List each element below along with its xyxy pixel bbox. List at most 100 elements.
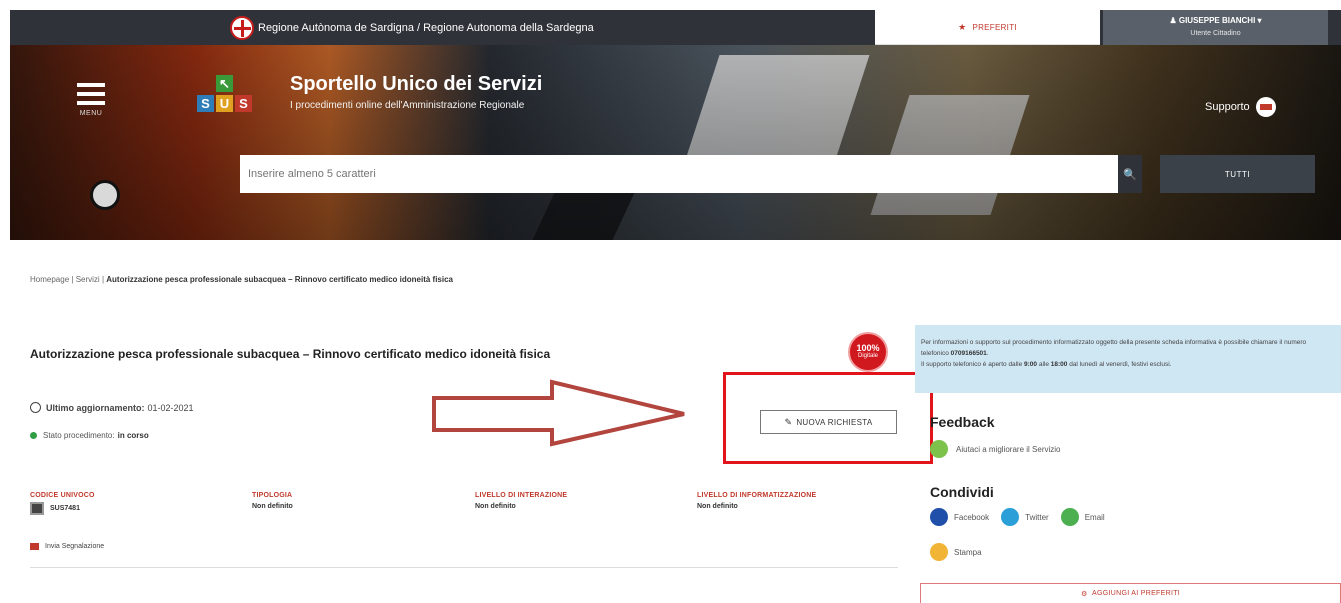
hamburger-icon: [77, 83, 105, 87]
hamburger-icon-bar: [77, 92, 105, 96]
badge-value: 100%: [856, 343, 880, 353]
caret-down-icon: ▾: [1255, 16, 1262, 25]
detail-header: TIPOLOGIA: [252, 492, 293, 499]
last-update: Ultimo aggiornamento: 01-02-2021: [30, 402, 194, 413]
support-info-box: Per informazioni o supporto sul procedim…: [915, 325, 1341, 393]
info-text: alle: [1038, 361, 1049, 368]
menu-label: MENU: [79, 110, 103, 117]
gear-icon: ⚙: [1080, 590, 1093, 598]
state-value: in corso: [117, 431, 149, 440]
user-icon: ♟: [1169, 16, 1179, 25]
share-label: Facebook: [954, 512, 990, 522]
detail-header: LIVELLO DI INTERAZIONE: [475, 492, 568, 499]
divider: [30, 567, 898, 568]
region-crest-icon: [230, 15, 254, 40]
search-input[interactable]: [240, 155, 1100, 193]
detail-header: LIVELLO DI INFORMATIZZAZIONE: [697, 492, 817, 499]
last-update-label: Ultimo aggiornamento:: [46, 402, 145, 413]
feedback-icon: [930, 440, 948, 458]
add-favorites-label: AGGIUNGI AI PREFERITI: [1092, 590, 1181, 597]
code-row: SUS7481: [30, 502, 240, 515]
feedback-link[interactable]: Aiutaci a migliorare il Servizio: [930, 440, 1060, 458]
clock-icon: [30, 402, 41, 413]
info-text: Il supporto telefonico è aperto dalle: [921, 361, 1023, 368]
detail-type: TIPOLOGIA Non definito: [252, 492, 462, 510]
status-dot-icon: [30, 432, 37, 439]
breadcrumb-separator: |: [101, 275, 105, 284]
code-value: SUS7481: [50, 505, 80, 512]
region-link[interactable]: Regione Autònoma de Sardigna / Regione A…: [230, 10, 594, 45]
annotation-arrow-shape: [432, 379, 685, 447]
annotation-arrow-icon: [432, 379, 685, 447]
report-label: Invia Segnalazione: [45, 543, 105, 550]
email-icon: [1060, 508, 1079, 526]
page-title: Autorizzazione pesca professionale subac…: [30, 347, 551, 361]
qr-code-icon: [30, 502, 44, 515]
share-facebook[interactable]: Facebook: [930, 508, 989, 526]
cursor-icon: ↖: [216, 75, 233, 92]
logo-letter-s: S: [197, 95, 214, 112]
share-twitter[interactable]: Twitter: [1001, 508, 1049, 526]
badge-sub: Digitale: [857, 353, 878, 359]
search-button[interactable]: 🔍: [1118, 155, 1142, 193]
user-name-text: GIUSEPPE BIANCHI: [1178, 16, 1256, 25]
breadcrumb-home[interactable]: Homepage: [30, 275, 69, 284]
feedback-label: Aiutaci a migliorare il Servizio: [956, 444, 1061, 454]
share-links: Facebook Twitter Email: [930, 508, 1117, 526]
print-link[interactable]: Stampa: [930, 543, 982, 561]
report-link[interactable]: Invia Segnalazione: [30, 543, 104, 550]
digital-badge: 100% Digitale: [848, 332, 888, 372]
site-title[interactable]: Sportello Unico dei Servizi: [290, 73, 542, 96]
search-icon: 🔍: [1123, 168, 1137, 181]
site-subtitle: I procedimenti online dell'Amministrazio…: [290, 100, 525, 111]
print-icon: [930, 543, 948, 561]
detail-value: Non definito: [252, 503, 293, 510]
logo-letter-u: U: [216, 95, 233, 112]
pencil-icon: ✎: [784, 416, 793, 427]
logo-letter-s2: S: [235, 95, 252, 112]
feedback-title: Feedback: [930, 414, 995, 430]
new-request-button[interactable]: ✎ NUOVA RICHIESTA: [760, 410, 897, 434]
share-label: Email: [1084, 512, 1105, 522]
menu-button[interactable]: MENU: [72, 83, 110, 128]
detail-header: CODICE UNIVOCO: [30, 492, 95, 499]
hero-decoration: [90, 180, 120, 210]
support-link[interactable]: Supporto: [1205, 97, 1276, 117]
facebook-icon: [930, 508, 948, 526]
top-bar: Regione Autònoma de Sardigna / Regione A…: [10, 10, 1341, 45]
envelope-icon: [30, 543, 39, 550]
hero-banner: MENU ↖ S U S Sportello Unico dei Servizi…: [10, 45, 1341, 240]
user-name: ♟ GIUSEPPE BIANCHI ▾: [1103, 16, 1328, 25]
sus-logo[interactable]: ↖ S U S: [195, 75, 255, 123]
procedure-state: Stato procedimento: in corso: [30, 431, 149, 440]
detail-digitalization-level: LIVELLO DI INFORMATIZZAZIONE Non definit…: [697, 492, 907, 510]
detail-interaction-level: LIVELLO DI INTERAZIONE Non definito: [475, 492, 685, 510]
info-hours-from: 9:00: [1024, 361, 1038, 368]
twitter-icon: [1001, 508, 1020, 526]
category-filter-dropdown[interactable]: TUTTI: [1160, 155, 1315, 193]
new-request-label: NUOVA RICHIESTA: [796, 417, 873, 427]
support-icon: [1255, 97, 1276, 117]
breadcrumb-services[interactable]: Servizi: [76, 275, 100, 284]
breadcrumb: Homepage | Servizi | Autorizzazione pesc…: [30, 275, 453, 284]
breadcrumb-current: Autorizzazione pesca professionale subac…: [106, 275, 454, 284]
star-icon: ★: [958, 21, 967, 32]
add-to-favorites-button[interactable]: ⚙ AGGIUNGI AI PREFERITI: [920, 583, 1341, 603]
share-email[interactable]: Email: [1060, 508, 1105, 526]
info-hours-to: 18:00: [1050, 361, 1068, 368]
detail-code: CODICE UNIVOCO SUS7481: [30, 492, 240, 515]
breadcrumb-separator: |: [71, 275, 74, 284]
last-update-value: 01-02-2021: [147, 402, 194, 413]
detail-value: Non definito: [475, 503, 516, 510]
hamburger-icon-bar: [77, 101, 105, 105]
region-label: Regione Autònoma de Sardigna / Regione A…: [258, 21, 594, 34]
favorites-tab[interactable]: ★ PREFERITI: [875, 10, 1100, 45]
state-label: Stato procedimento:: [43, 431, 115, 440]
user-role: Utente Cittadino: [1190, 30, 1241, 37]
user-menu[interactable]: ♟ GIUSEPPE BIANCHI ▾ Utente Cittadino: [1103, 10, 1328, 45]
print-label: Stampa: [954, 547, 982, 557]
info-text: dal lunedì al venerdì, festivi esclusi.: [1069, 361, 1172, 368]
favorites-label: PREFERITI: [972, 22, 1017, 32]
search-box: [240, 155, 1118, 193]
info-phone: 0709166501: [950, 350, 987, 357]
